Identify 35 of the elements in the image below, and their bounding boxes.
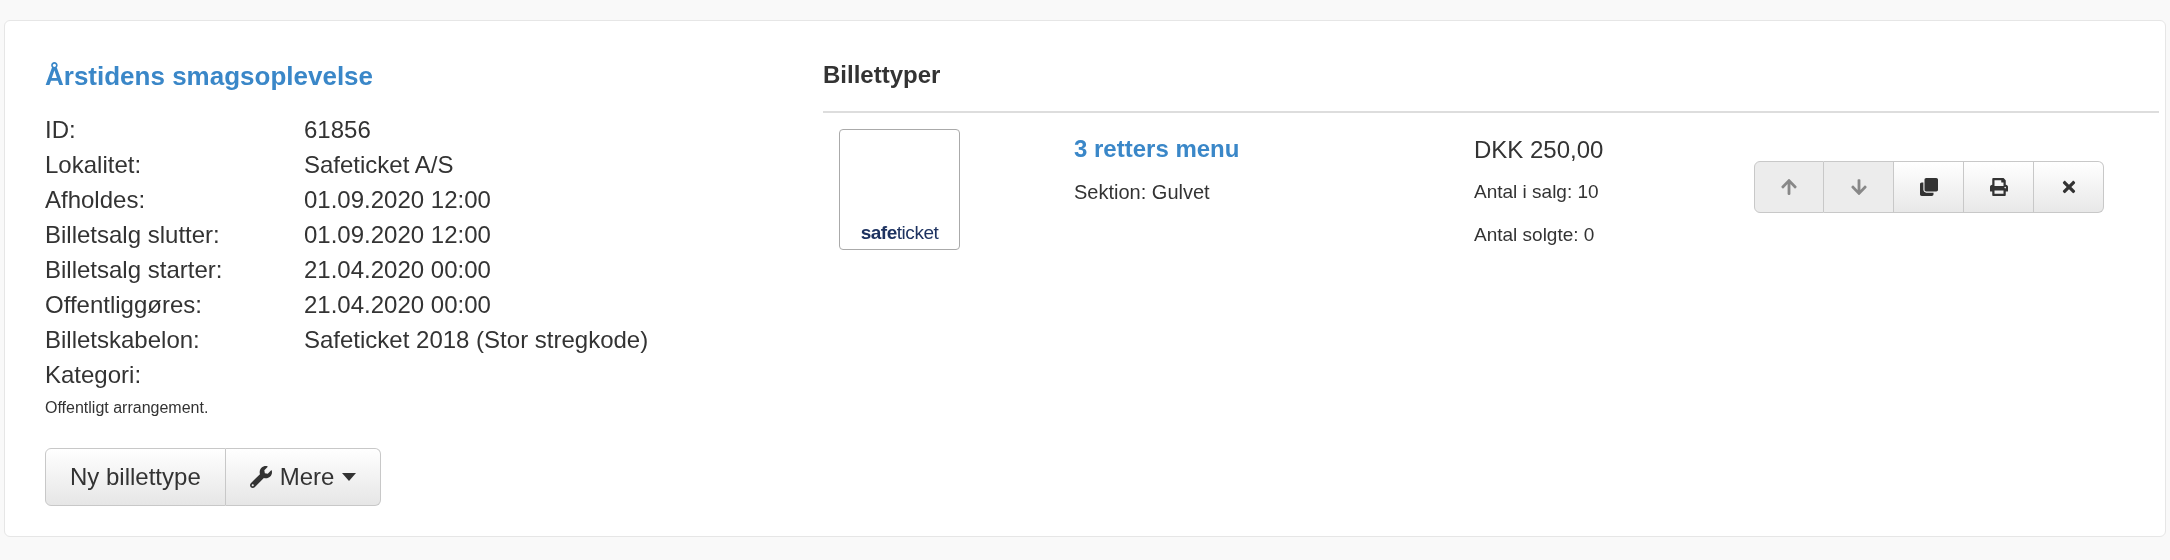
detail-label: Kategori: xyxy=(45,360,143,390)
ticket-name[interactable]: 3 retters menu xyxy=(1074,131,1474,167)
detail-value: 61856 xyxy=(304,115,372,145)
detail-value: 21.04.2020 00:00 xyxy=(304,290,492,320)
detail-label: Offentliggøres: xyxy=(45,290,203,320)
down-arrow-icon xyxy=(1849,178,1868,196)
in-sale-count: Antal i salg: 10 xyxy=(1474,180,1600,204)
caret-icon xyxy=(342,473,357,481)
detail-value: 21.04.2020 00:00 xyxy=(304,255,492,285)
detail-label: Billetsalg starter: xyxy=(45,255,224,285)
ticket-section: Sektion: Gulvet xyxy=(1074,177,1474,207)
category-note: Offentligt arrangement. xyxy=(45,398,210,418)
detail-value: 01.09.2020 12:00 xyxy=(304,220,492,250)
detail-label: Afholdes: xyxy=(45,185,147,215)
up-arrow-icon xyxy=(1780,178,1798,196)
detail-label: Lokalitet: xyxy=(45,150,143,180)
copy-button[interactable] xyxy=(1894,161,1964,213)
delete-button[interactable] xyxy=(2034,161,2104,213)
detail-label: ID: xyxy=(45,115,77,145)
ticket-logo: safeticket xyxy=(839,129,960,250)
new-ticket-type-button[interactable]: Ny billettype xyxy=(45,448,226,506)
sold-count: Antal solgte: 0 xyxy=(1474,222,1596,247)
more-dropdown-button[interactable]: Mere xyxy=(225,448,382,506)
detail-value: Safeticket A/S xyxy=(304,150,455,180)
detail-label: Billetsalg slutter: xyxy=(45,220,221,250)
section-heading: Billettyper xyxy=(823,57,2159,113)
event-title[interactable]: Årstidens smagsoplevelse xyxy=(45,57,823,96)
print-button[interactable] xyxy=(1964,161,2034,213)
ticket-price: DKK 250,00 xyxy=(1474,135,1605,165)
detail-label: Billetskabelon: xyxy=(45,325,201,355)
detail-value: 01.09.2020 12:00 xyxy=(304,185,492,215)
wrench-icon xyxy=(249,466,272,488)
copy-icon xyxy=(1919,178,1938,196)
detail-value: Safeticket 2018 (Stor stregkode) xyxy=(304,325,650,355)
print-icon xyxy=(1989,178,2008,196)
